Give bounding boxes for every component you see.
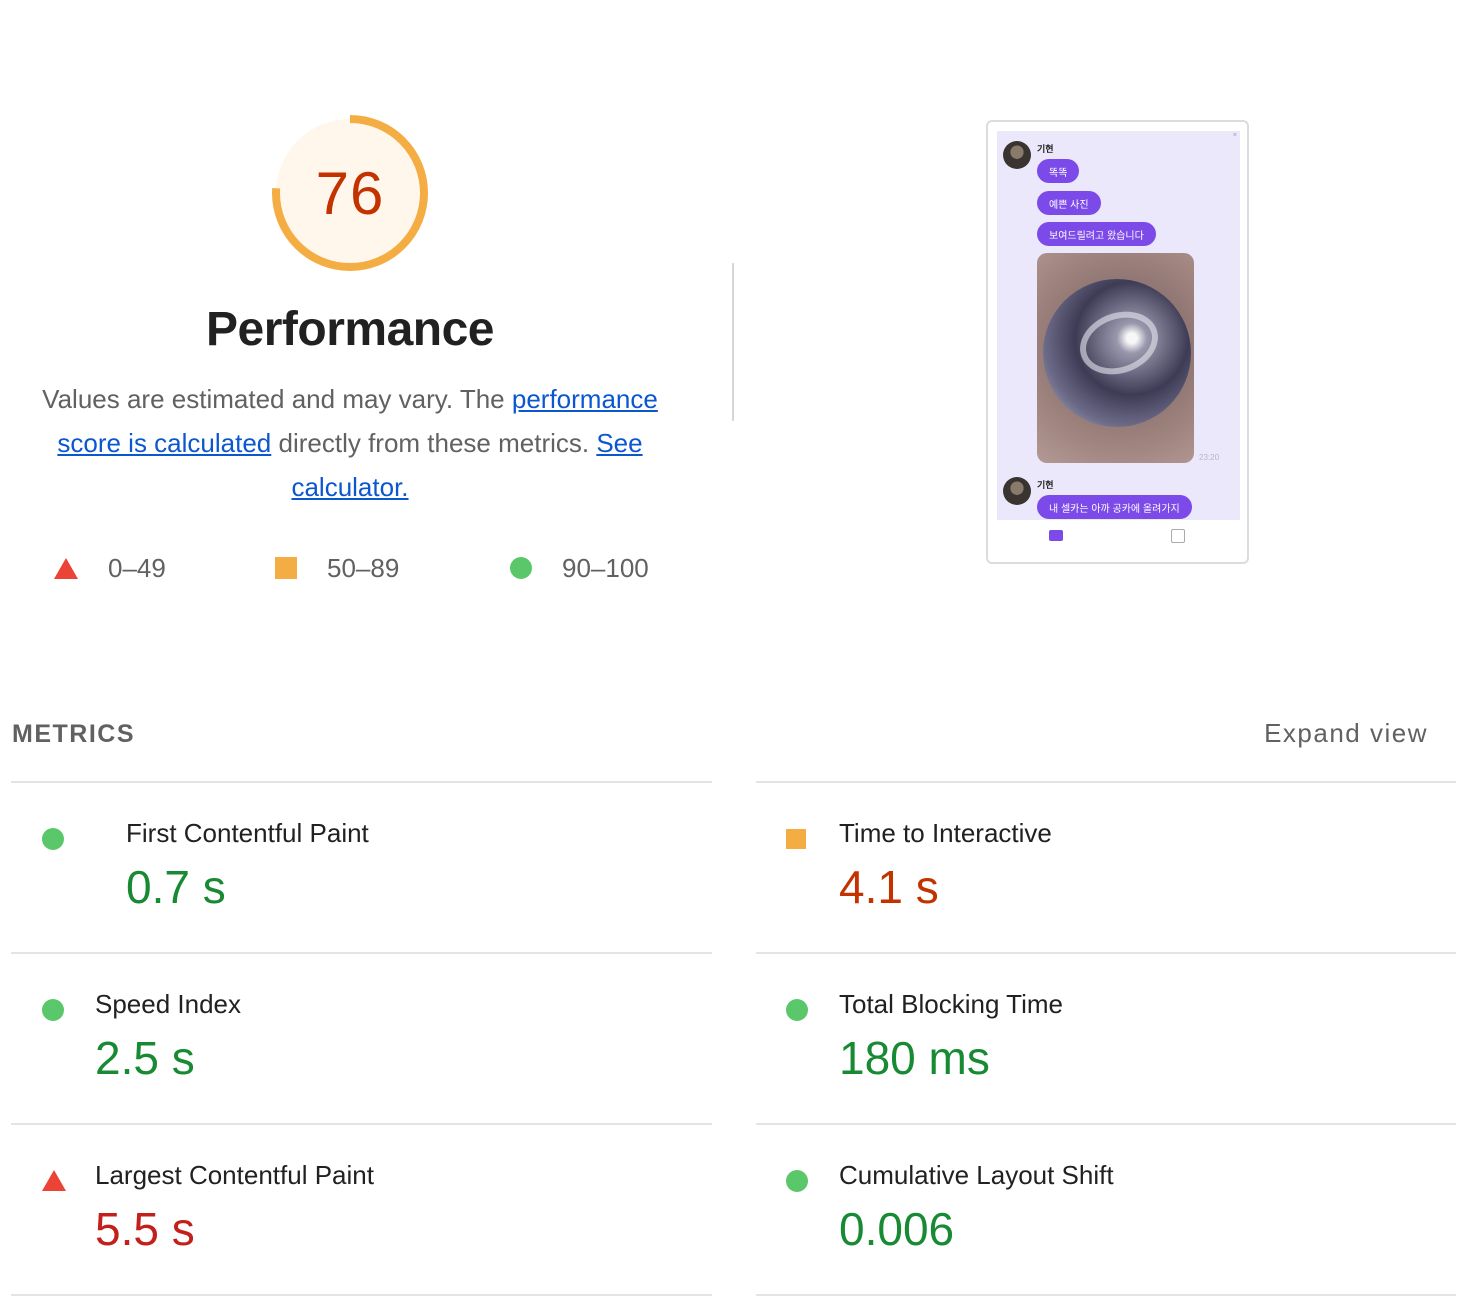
- vertical-divider: [732, 263, 734, 421]
- divider: [756, 781, 1456, 783]
- metric-value: 4.1 s: [839, 861, 939, 913]
- chat-bubble: 보여드릴려고 왔습니다: [1037, 222, 1156, 246]
- metric-name: First Contentful Paint: [126, 818, 369, 848]
- metric-total-blocking-time: Total Blocking Time 180 ms: [786, 989, 1446, 1109]
- description-text: Values are estimated and may vary. The: [42, 384, 512, 414]
- divider: [11, 1123, 712, 1125]
- divider: [11, 952, 712, 954]
- triangle-icon: [54, 557, 78, 579]
- legend-range: 90–100: [562, 552, 649, 583]
- divider: [11, 781, 712, 783]
- chat-photo: [1037, 253, 1194, 463]
- pass-indicator-icon: [786, 999, 808, 1021]
- chat-bubble: 똑똑: [1037, 159, 1080, 183]
- metric-name: Total Blocking Time: [839, 989, 1063, 1019]
- final-screenshot[interactable]: × 기현 똑똑 예쁜 사진 보여드릴려고 왔습니다 23:20 기현 내 셀카는…: [986, 120, 1249, 564]
- legend-item-average: 50–89: [275, 548, 399, 588]
- circle-icon: [510, 557, 532, 579]
- chat-screen: × 기현 똑똑 예쁜 사진 보여드릴려고 왔습니다 23:20 기현 내 셀카는…: [997, 131, 1240, 520]
- metric-largest-contentful-paint: Largest Contentful Paint 5.5 s: [42, 1160, 702, 1280]
- metric-value: 5.5 s: [95, 1203, 195, 1255]
- divider: [756, 1294, 1456, 1296]
- legend-range: 0–49: [108, 552, 166, 583]
- metric-value: 180 ms: [839, 1032, 990, 1084]
- metrics-heading: METRICS: [12, 720, 135, 748]
- chat-bubble: 예쁜 사진: [1037, 191, 1101, 215]
- calendar-tab-icon: [1171, 529, 1185, 543]
- divider: [756, 1123, 1456, 1125]
- fail-indicator-icon: [42, 1170, 66, 1191]
- performance-score: 76: [315, 159, 385, 227]
- chat-tab-icon: [1049, 530, 1063, 541]
- divider: [756, 952, 1456, 954]
- pass-indicator-icon: [42, 999, 64, 1021]
- chat-bubble: 내 셀카는 아까 공카에 올려가지: [1037, 495, 1192, 519]
- divider: [11, 1294, 712, 1296]
- metric-time-to-interactive: Time to Interactive 4.1 s: [786, 818, 1446, 938]
- category-title: Performance: [206, 303, 494, 356]
- average-indicator-icon: [786, 829, 806, 849]
- metric-first-contentful-paint: First Contentful Paint 0.7 s: [42, 818, 702, 938]
- category-description: Values are estimated and may vary. The p…: [30, 377, 670, 509]
- score-scale-legend: 0–49 50–89 90–100: [0, 548, 700, 588]
- close-icon: ×: [1232, 132, 1237, 139]
- legend-item-fail: 0–49: [54, 548, 166, 588]
- square-icon: [275, 557, 297, 579]
- sender-name: 기현: [1037, 480, 1054, 490]
- metric-speed-index: Speed Index 2.5 s: [42, 989, 702, 1109]
- avatar: [1003, 477, 1031, 505]
- metric-name: Cumulative Layout Shift: [839, 1160, 1114, 1190]
- metric-name: Speed Index: [95, 989, 242, 1019]
- metric-value: 0.006: [839, 1203, 955, 1255]
- performance-score-gauge: 76: [270, 113, 430, 273]
- legend-range: 50–89: [327, 552, 400, 583]
- metric-value: 2.5 s: [95, 1032, 195, 1084]
- message-time: 23:20: [1199, 453, 1220, 462]
- pass-indicator-icon: [42, 828, 64, 850]
- metric-cumulative-layout-shift: Cumulative Layout Shift 0.006: [786, 1160, 1446, 1280]
- metric-name: Time to Interactive: [839, 818, 1052, 848]
- sender-name: 기현: [1037, 144, 1054, 154]
- metric-value: 0.7 s: [126, 861, 226, 913]
- legend-item-pass: 90–100: [510, 548, 649, 588]
- avatar: [1003, 141, 1031, 169]
- expand-view-toggle[interactable]: Expand view: [1264, 718, 1428, 749]
- pass-indicator-icon: [786, 1170, 808, 1192]
- metric-name: Largest Contentful Paint: [95, 1160, 374, 1190]
- description-text: directly from these metrics.: [271, 428, 597, 458]
